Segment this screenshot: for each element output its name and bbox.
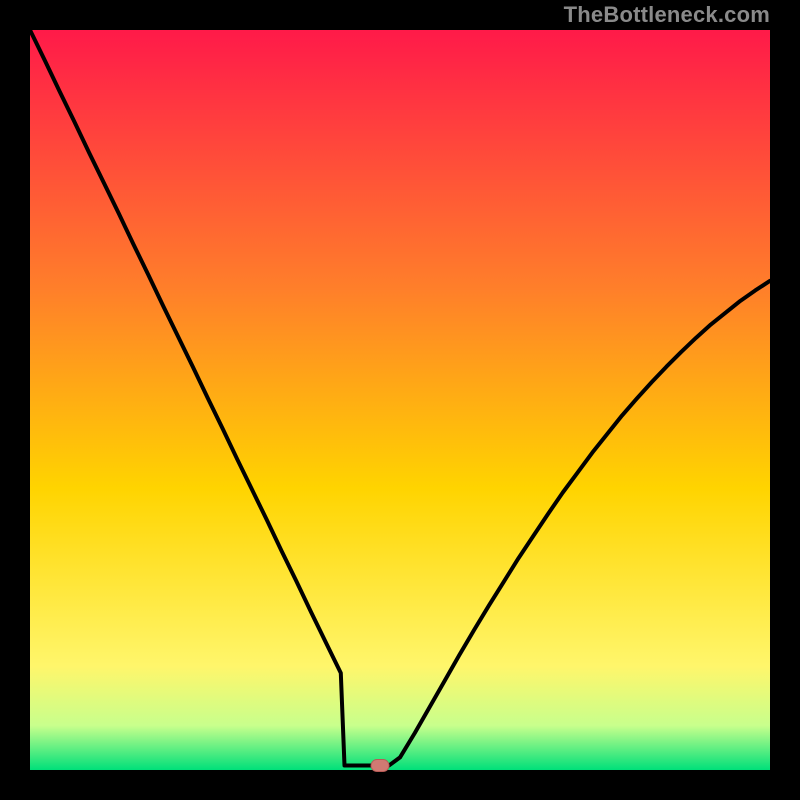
plot-background: [30, 30, 770, 770]
chart-frame: TheBottleneck.com: [0, 0, 800, 800]
minimum-marker: [371, 760, 389, 772]
watermark-text: TheBottleneck.com: [564, 2, 770, 28]
chart-svg: [0, 0, 800, 800]
